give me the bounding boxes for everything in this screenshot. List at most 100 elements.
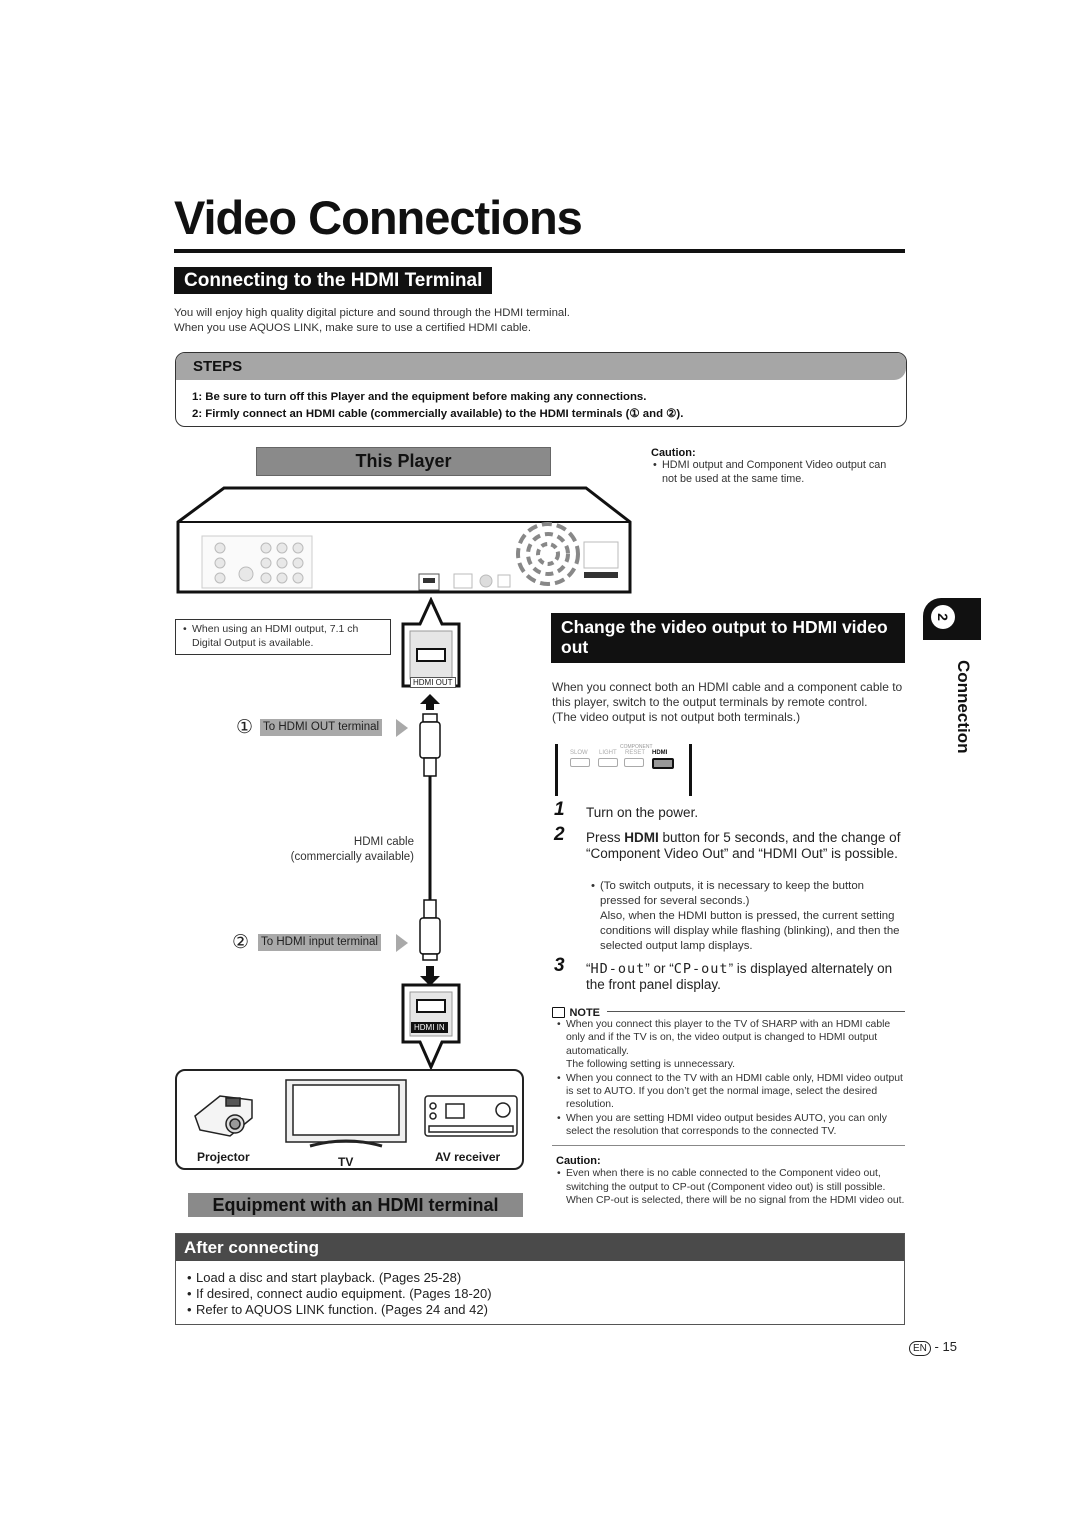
caution-player: Caution: HDMI output and Component Video… [651,447,901,486]
page-number-text: - 15 [934,1339,957,1354]
steps-header-bar [176,353,906,380]
projector-icon [194,1095,253,1137]
step-item: 2: Firmly connect an HDMI cable (commerc… [192,408,684,420]
callout-number-1: ① [236,717,254,738]
step-item: 1: Be sure to turn off this Player and t… [192,391,647,403]
service-port [453,573,473,589]
step-number: 2 [554,824,565,845]
note-list: When you connect this player to the TV o… [557,1018,906,1139]
chapter-label: Connection [954,660,973,754]
note-text: When using an HDMI output, 7.1 ch Digita… [183,623,384,650]
section-heading-hdmi: Connecting to the HDMI Terminal [174,267,493,294]
intro-line: You will enjoy high quality digital pict… [174,307,570,319]
hdmi-port-icon [416,999,446,1013]
callout-number-2: ② [232,932,250,953]
remote-control-snippet: COMPONENT SLOW LIGHT RESET HDMI [555,744,692,796]
title-divider [174,249,905,253]
chapter-number: 2 [931,605,955,629]
remote-label-light: LIGHT [599,750,617,756]
language-badge: EN [909,1341,931,1356]
hdmi-port-icon [416,648,446,662]
step-text-bold: HDMI [624,830,659,845]
connector-tip [422,953,438,961]
note-item: When you connect to the TV with an HDMI … [557,1072,906,1112]
cable-label-line: (commercially available) [290,851,414,863]
steps-box: STEPS 1: Be sure to turn off this Player… [175,352,907,427]
after-item: If desired, connect audio equipment. (Pa… [187,1286,492,1301]
step-bullet-cont: Also, when the HDMI button is pressed, t… [600,910,900,952]
callout-arrow [396,719,408,737]
intro-line: When you use AQUOS LINK, make sure to us… [174,322,532,334]
tv-icon [285,1079,407,1148]
step-text: Press HDMI button for 5 seconds, and the… [586,830,904,862]
remote-button-light[interactable] [598,758,618,767]
step-text: “HD-out” or “CP-out” is displayed altern… [586,961,893,992]
hdmi-out-label: HDMI OUT [410,677,456,688]
plug-strain-relief [423,899,437,919]
caution-text: HDMI output and Component Video output c… [653,459,901,486]
section-heading-change-output: Change the video output to HDMI video ou… [551,613,905,663]
hdmi-cable-label: HDMI cable (commercially available) [250,835,414,865]
remote-button-slow[interactable] [570,758,590,767]
coaxial-jack [479,574,493,588]
equipment-projector: Projector [197,1150,250,1164]
ac-inlet [583,541,619,569]
remote-label-reset: RESET [625,750,646,756]
intro-paragraph: When you connect both an HDMI cable and … [552,680,903,709]
step-number: 1 [554,799,565,820]
page-title: Video Connections [174,191,583,244]
intro-text: You will enjoy high quality digital pict… [174,306,570,336]
step-text-mid: ” or “ [645,961,674,976]
av-receiver-icon [424,1095,518,1137]
segment-display-hd-out: HD-out [590,961,646,977]
steps-label: STEPS [193,358,243,375]
step-text: Turn on the power. [586,805,699,820]
remote-button-hdmi[interactable] [652,758,674,769]
segment-display-cp-out: CP-out [673,961,729,977]
note-bottom-rule [552,1145,905,1146]
hdmi-plug-1 [419,721,441,759]
remote-button-reset[interactable] [624,758,644,767]
ac-in-label [584,572,618,578]
note-item: When you connect this player to the TV o… [557,1018,906,1058]
step-number: 3 [554,955,565,976]
hdmi-out-terminal-callout [401,597,461,688]
intro-note: (The video output is not output both ter… [552,710,801,724]
digital-output-note: When using an HDMI output, 7.1 ch Digita… [175,619,391,655]
remote-label-slow: SLOW [570,750,588,756]
hdmi-out-port [423,578,435,583]
remote-label-hdmi: HDMI [652,750,668,756]
equipment-tv: TV [338,1155,354,1169]
equipment-illustrations [194,1079,518,1148]
step-bullet: (To switch outputs, it is necessary to k… [591,879,906,954]
cable-label-line: HDMI cable [353,836,414,848]
hdmi-cable-illustration [419,694,441,986]
arrow-up-icon [420,694,440,710]
note-item-cont: The following setting is unnecessary. [566,1059,736,1071]
page-number: EN - 15 [909,1339,957,1356]
after-item: Refer to AQUOS LINK function. (Pages 24 … [187,1302,488,1317]
callout-arrow [396,934,408,952]
note-icon [552,1007,565,1019]
note-label: NOTE [569,1006,601,1019]
this-player-label: This Player [256,447,551,476]
caution-text: Even when there is no cable connected to… [557,1167,906,1208]
player-rear-panel-illustration [176,486,632,594]
callout-hdmi-out: To HDMI OUT terminal [260,719,383,736]
caution-title: Caution: [651,447,696,459]
optical-jack [497,574,511,588]
plug-strain-relief [423,757,437,777]
step-text-pre: Press [586,830,625,845]
after-connecting-box: After connecting Load a disc and start p… [175,1233,905,1325]
note-header: NOTE [552,1004,905,1019]
note-item: When you are setting HDMI video output b… [557,1112,906,1139]
caution-title: Caution: [556,1155,601,1167]
caution-cp-out: Caution: Even when there is no cable con… [556,1155,906,1208]
callout-hdmi-in: To HDMI input terminal [258,934,381,951]
equipment-av-receiver: AV receiver [435,1150,501,1164]
connector-tip [422,713,438,723]
after-item: Load a disc and start playback. (Pages 2… [187,1270,461,1285]
step-bullet-text: (To switch outputs, it is necessary to k… [600,880,865,907]
note-rule [607,1011,905,1012]
change-output-intro: When you connect both an HDMI cable and … [552,680,907,725]
